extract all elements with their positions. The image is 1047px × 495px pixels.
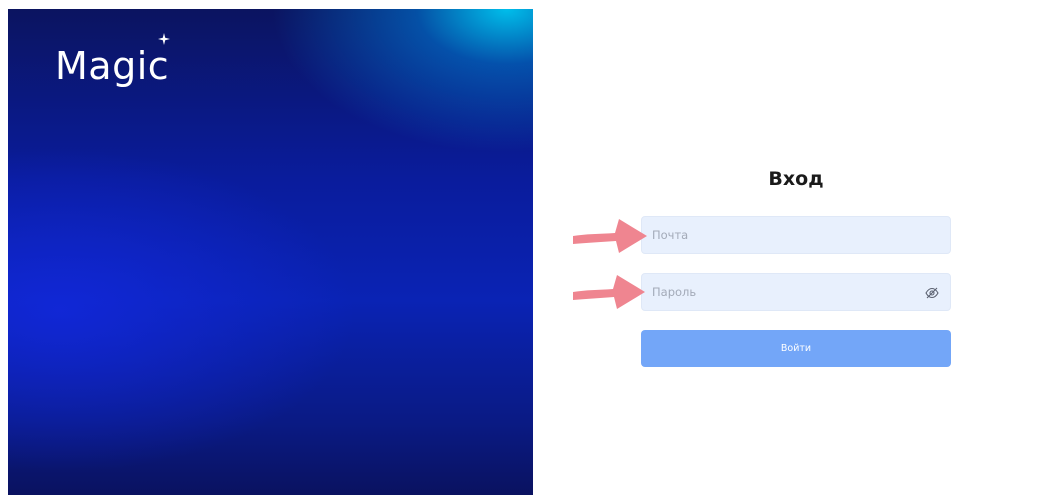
password-field[interactable] — [641, 273, 951, 311]
password-input[interactable] — [642, 274, 950, 310]
sparkle-icon — [158, 33, 170, 45]
email-input[interactable] — [642, 217, 950, 253]
login-title: Вход — [768, 168, 824, 190]
eye-slash-icon[interactable] — [925, 287, 939, 299]
brand-panel: Magic — [8, 9, 533, 495]
email-field[interactable] — [641, 216, 951, 254]
arrow-annotation-password — [573, 275, 645, 309]
arrow-annotation-email — [573, 219, 647, 253]
brand-logo: Magic — [55, 44, 170, 88]
login-page: Magic Вход Войти — [0, 0, 1047, 495]
login-button[interactable]: Войти — [641, 330, 951, 367]
